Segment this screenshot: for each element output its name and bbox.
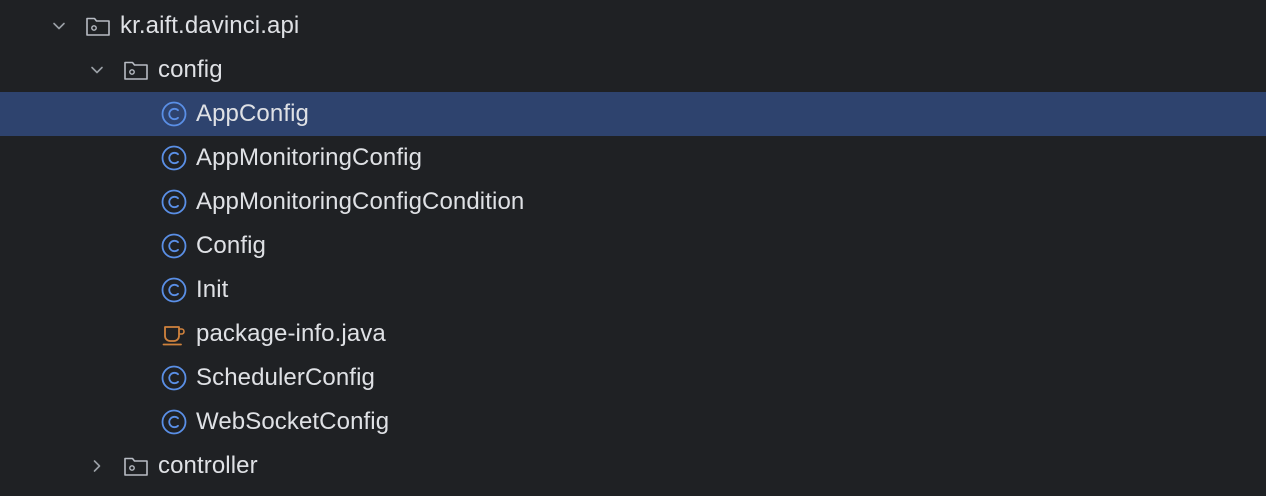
tree-node-label: Init bbox=[196, 276, 229, 303]
tree-node-label: AppConfig bbox=[196, 100, 309, 127]
class-icon bbox=[160, 144, 188, 172]
tree-node-file-config[interactable]: Config bbox=[0, 224, 1266, 268]
tree-node-file-appmonitoringconfigcondition[interactable]: AppMonitoringConfigCondition bbox=[0, 180, 1266, 224]
class-icon bbox=[160, 100, 188, 128]
tree-node-root-package[interactable]: kr.aift.davinci.api bbox=[0, 4, 1266, 48]
tree-node-label: controller bbox=[158, 452, 258, 479]
class-icon bbox=[160, 276, 188, 304]
class-icon bbox=[160, 364, 188, 392]
java-file-icon bbox=[160, 320, 188, 348]
tree-node-controller-folder[interactable]: controller bbox=[0, 444, 1266, 488]
tree-node-config-folder[interactable]: config bbox=[0, 48, 1266, 92]
tree-node-file-appconfig[interactable]: AppConfig bbox=[0, 92, 1266, 136]
tree-node-label: AppMonitoringConfig bbox=[196, 144, 423, 171]
tree-node-label: config bbox=[158, 56, 223, 83]
tree-node-file-schedulerconfig[interactable]: SchedulerConfig bbox=[0, 356, 1266, 400]
tree-node-file-appmonitoringconfig[interactable]: AppMonitoringConfig bbox=[0, 136, 1266, 180]
tree-node-file-init[interactable]: Init bbox=[0, 268, 1266, 312]
package-folder-icon bbox=[84, 12, 112, 40]
tree-node-label: package-info.java bbox=[196, 320, 386, 347]
chevron-down-icon[interactable] bbox=[86, 59, 108, 81]
chevron-right-icon[interactable] bbox=[86, 455, 108, 477]
tree-node-label: kr.aift.davinci.api bbox=[120, 12, 300, 39]
tree-node-label: AppMonitoringConfigCondition bbox=[196, 188, 525, 215]
chevron-down-icon[interactable] bbox=[48, 15, 70, 37]
package-folder-icon bbox=[122, 452, 150, 480]
class-icon bbox=[160, 188, 188, 216]
tree-node-file-package-info[interactable]: package-info.java bbox=[0, 312, 1266, 356]
tree-node-file-websocketconfig[interactable]: WebSocketConfig bbox=[0, 400, 1266, 444]
class-icon bbox=[160, 408, 188, 436]
project-tree: kr.aift.davinci.api config AppConfig App… bbox=[0, 0, 1266, 496]
class-icon bbox=[160, 232, 188, 260]
tree-node-label: SchedulerConfig bbox=[196, 364, 375, 391]
tree-node-label: WebSocketConfig bbox=[196, 408, 390, 435]
package-folder-icon bbox=[122, 56, 150, 84]
tree-node-label: Config bbox=[196, 232, 266, 259]
